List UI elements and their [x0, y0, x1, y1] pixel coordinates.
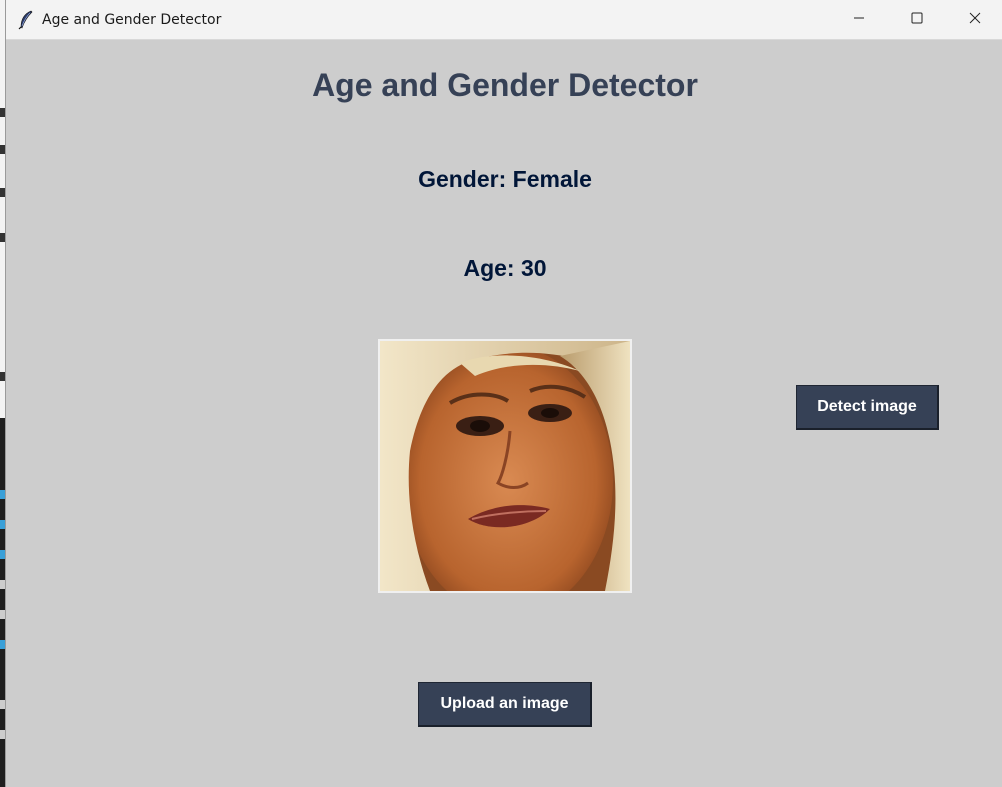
- minimize-button[interactable]: [830, 0, 888, 40]
- title-bar[interactable]: Age and Gender Detector: [6, 0, 1002, 40]
- uploaded-image: [378, 339, 632, 593]
- maximize-button[interactable]: [888, 0, 946, 40]
- maximize-icon: [911, 11, 923, 29]
- detect-image-button[interactable]: Detect image: [796, 385, 939, 430]
- minimize-icon: [853, 11, 865, 29]
- age-result-label: Age: 30: [463, 255, 547, 281]
- gender-result-label: Gender: Female: [418, 166, 592, 192]
- main-content: Age and Gender Detector Gender: Female A…: [6, 40, 1002, 787]
- close-icon: [969, 11, 981, 29]
- feather-icon: [18, 10, 34, 30]
- app-window: Age and Gender Detector Age and Gender D…: [5, 0, 1002, 787]
- close-button[interactable]: [946, 0, 1002, 40]
- page-heading: Age and Gender Detector: [312, 67, 698, 103]
- window-title: Age and Gender Detector: [42, 12, 222, 28]
- face-photo: [380, 341, 630, 591]
- upload-image-button[interactable]: Upload an image: [418, 682, 592, 727]
